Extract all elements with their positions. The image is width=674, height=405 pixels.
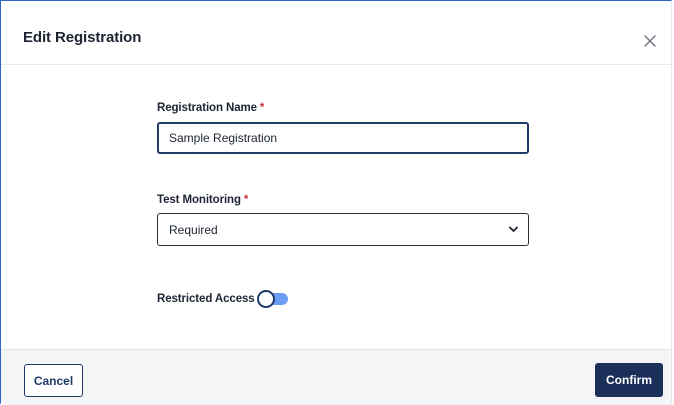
test-monitoring-select[interactable]: Required [157, 213, 529, 246]
toggle-knob [257, 290, 275, 308]
registration-name-label-text: Registration Name [157, 102, 257, 114]
test-monitoring-selected-value: Required [169, 223, 218, 237]
close-icon [643, 34, 657, 48]
dialog-header: Edit Registration [1, 1, 671, 65]
edit-registration-dialog: Edit Registration Registration Name* Tes… [0, 0, 672, 405]
dialog-title: Edit Registration [23, 29, 142, 46]
required-marker: * [243, 194, 249, 206]
restricted-access-toggle[interactable] [257, 290, 289, 308]
registration-name-label: Registration Name * [157, 101, 264, 115]
required-marker: * [259, 102, 265, 114]
registration-name-input[interactable] [157, 122, 529, 154]
close-button[interactable] [643, 34, 657, 48]
confirm-button[interactable]: Confirm [595, 363, 663, 397]
dialog-footer: Cancel Confirm [1, 349, 671, 405]
test-monitoring-label-text: Test Monitoring [157, 194, 241, 206]
chevron-down-icon [509, 226, 518, 233]
test-monitoring-label: Test Monitoring * [157, 193, 248, 207]
cancel-button[interactable]: Cancel [24, 364, 83, 397]
restricted-access-label: Restricted Access [157, 293, 255, 305]
